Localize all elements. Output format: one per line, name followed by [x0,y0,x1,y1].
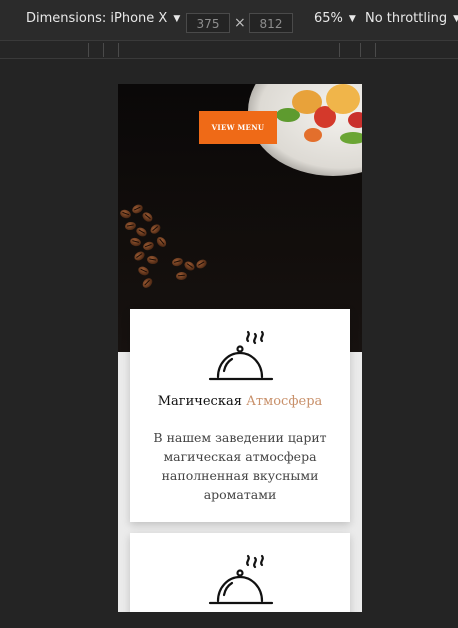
times-separator: × [234,15,246,31]
device-select[interactable]: Dimensions: iPhone X ▼ [26,11,180,26]
zoom-select-label: 65% [314,11,343,26]
throttle-select-label: No throttling [365,11,448,26]
device-viewport: VIEW MENU Магическая Атмосфера В нашем з… [118,84,362,612]
caret-down-icon: ▼ [173,14,181,24]
throttle-select[interactable]: No throttling ▼ [365,11,458,26]
width-input[interactable]: 375 [186,13,230,33]
caret-down-icon: ▼ [348,14,356,24]
card-title-accent: Атмосфера [246,394,323,409]
feature-card [130,533,350,612]
devtools-toolbar: Dimensions: iPhone X ▼ 375 × 812 65% ▼ No … [0,0,458,41]
view-menu-button[interactable]: VIEW MENU [199,111,277,144]
card-title-main: Магическая [157,394,242,409]
caret-down-icon: ▼ [453,14,458,24]
cloche-icon [208,330,274,381]
feature-card: Магическая Атмосфера В нашем заведении ц… [130,309,350,522]
card-description: В нашем заведении царит магическая атмос… [153,430,327,502]
cloche-icon [208,554,274,605]
device-select-label: Dimensions: iPhone X [26,11,168,26]
media-query-bar[interactable] [0,41,458,59]
height-input[interactable]: 812 [249,13,293,33]
card-title: Магическая Атмосфера [130,394,350,409]
zoom-select[interactable]: 65% ▼ [314,11,356,26]
